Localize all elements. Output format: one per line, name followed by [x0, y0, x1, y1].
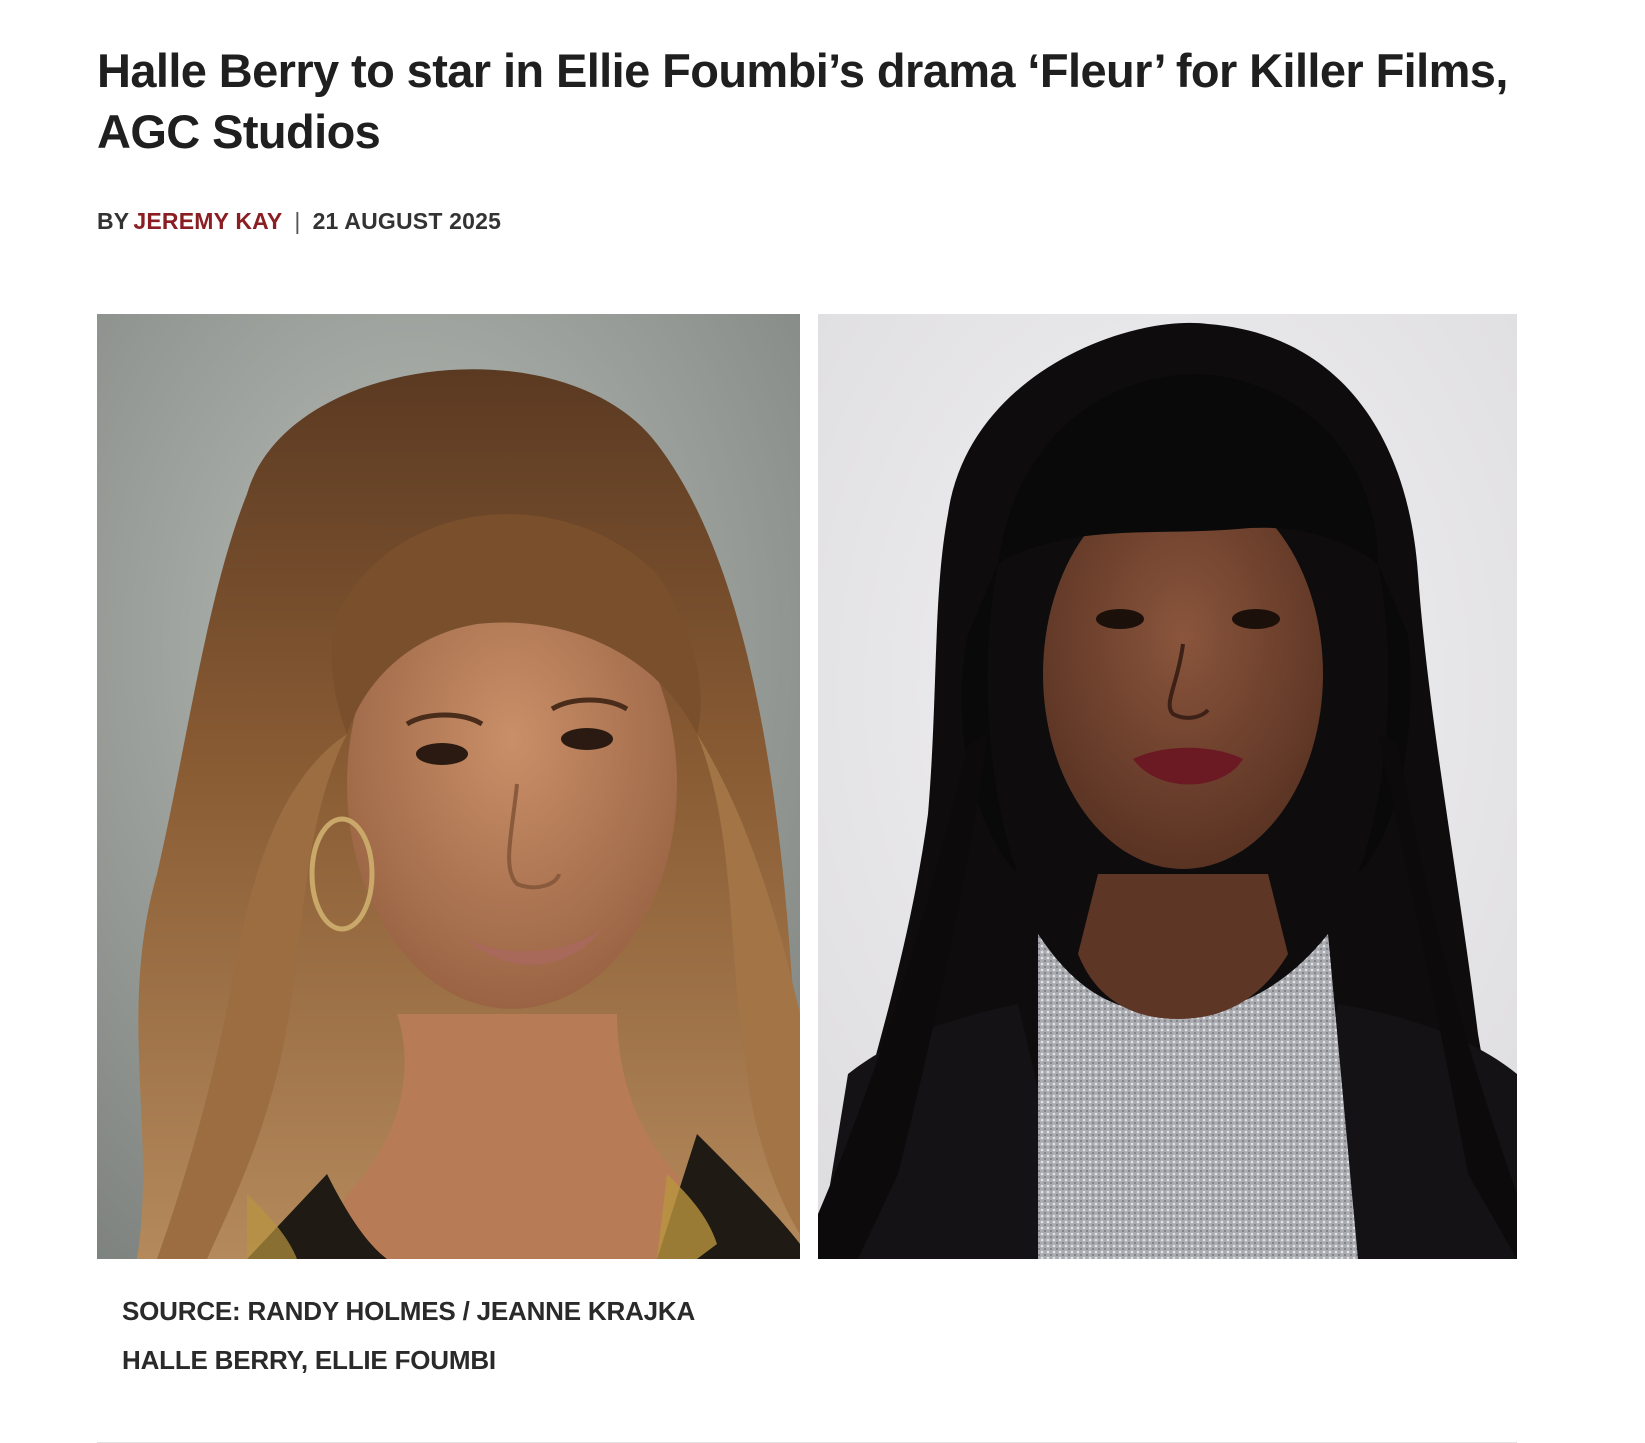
image-caption: SOURCE: RANDY HOLMES / JEANNE KRAJKA HAL… — [122, 1287, 695, 1385]
article: Halle Berry to star in Ellie Foumbi’s dr… — [97, 40, 1517, 1443]
byline-prefix: BY — [97, 208, 130, 234]
byline-separator: | — [294, 208, 301, 234]
portrait-halle-berry — [97, 314, 800, 1259]
article-image[interactable] — [97, 314, 1517, 1259]
author-link[interactable]: JEREMY KAY — [133, 208, 282, 234]
caption-source: SOURCE: RANDY HOLMES / JEANNE KRAJKA — [122, 1296, 696, 1326]
portrait-ellie-foumbi — [818, 314, 1517, 1259]
caption-subjects: HALLE BERRY, ELLIE FOUMBI — [122, 1345, 496, 1375]
article-headline: Halle Berry to star in Ellie Foumbi’s dr… — [97, 44, 1508, 158]
publish-date: 21 AUGUST 2025 — [312, 208, 502, 234]
byline: BY JEREMY KAY | 21 AUGUST 2025 — [97, 208, 501, 235]
